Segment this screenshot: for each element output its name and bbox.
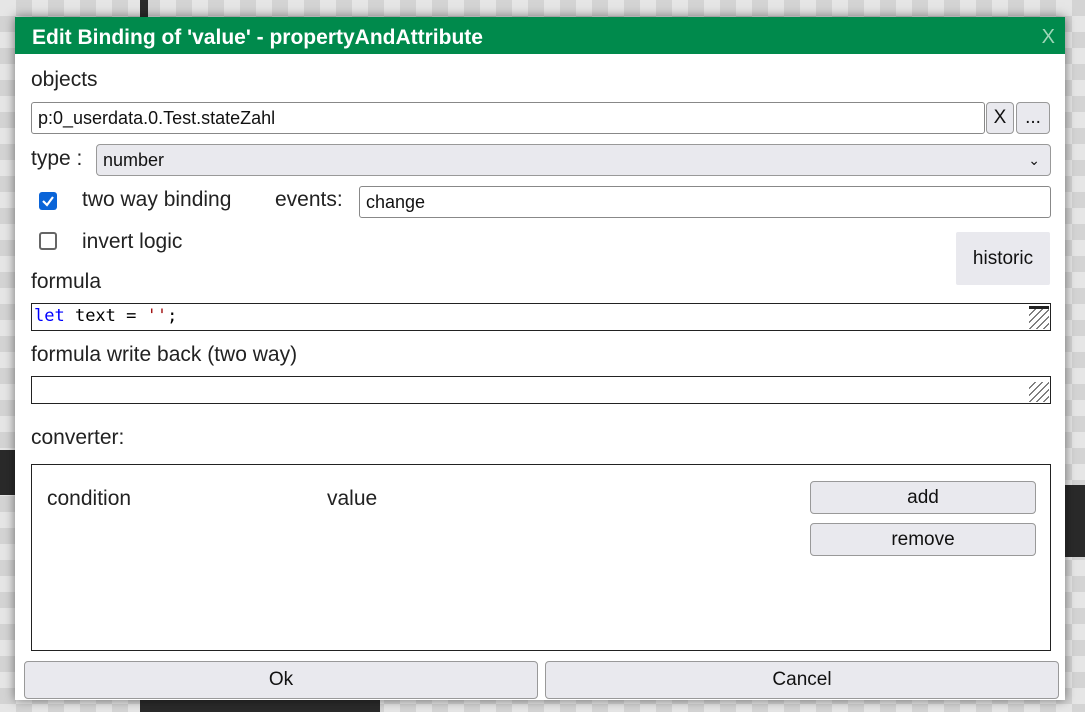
checkmark-icon xyxy=(42,196,54,207)
events-label: events: xyxy=(275,188,343,211)
value-column-header: value xyxy=(327,487,378,510)
background-element xyxy=(140,0,148,17)
formula-write-back-editor[interactable] xyxy=(31,376,1051,404)
converter-panel: condition value add remove xyxy=(31,464,1051,651)
clear-objects-button[interactable]: X xyxy=(986,102,1014,134)
edit-binding-dialog: Edit Binding of 'value' - propertyAndAtt… xyxy=(15,17,1065,700)
dialog-titlebar: Edit Binding of 'value' - propertyAndAtt… xyxy=(15,17,1065,54)
type-label: type : xyxy=(31,147,83,170)
cancel-button[interactable]: Cancel xyxy=(545,661,1059,699)
close-button[interactable]: X xyxy=(1042,26,1055,49)
background-element xyxy=(140,700,380,712)
events-input[interactable]: change xyxy=(359,186,1051,218)
two-way-binding-label: two way binding xyxy=(82,188,232,211)
dialog-title: Edit Binding of 'value' - propertyAndAtt… xyxy=(32,26,483,49)
formula-write-back-label: formula write back (two way) xyxy=(31,343,298,366)
add-converter-button[interactable]: add xyxy=(810,481,1036,514)
resize-handle-icon[interactable] xyxy=(1029,306,1049,329)
formula-label: formula xyxy=(31,270,102,293)
objects-input[interactable]: p:0_userdata.0.Test.stateZahl xyxy=(31,102,985,134)
type-select-value: number xyxy=(103,150,165,170)
background-element xyxy=(0,450,15,495)
two-way-binding-checkbox[interactable] xyxy=(39,192,57,210)
chevron-down-icon: ⌄ xyxy=(1028,152,1040,168)
ok-button[interactable]: Ok xyxy=(24,661,538,699)
resize-handle-icon[interactable] xyxy=(1029,382,1049,402)
formula-editor[interactable]: let text = ''; xyxy=(31,303,1051,331)
formula-code: let text = ''; xyxy=(34,306,178,326)
converter-label: converter: xyxy=(31,426,125,449)
background-element xyxy=(1065,485,1085,557)
browse-objects-button[interactable]: ... xyxy=(1016,102,1050,134)
invert-logic-checkbox[interactable] xyxy=(39,232,57,250)
type-select[interactable]: number ⌄ xyxy=(96,144,1051,176)
historic-button[interactable]: historic xyxy=(956,232,1050,285)
condition-column-header: condition xyxy=(47,487,132,510)
objects-label: objects xyxy=(31,68,98,91)
remove-converter-button[interactable]: remove xyxy=(810,523,1036,556)
invert-logic-label: invert logic xyxy=(82,230,183,253)
